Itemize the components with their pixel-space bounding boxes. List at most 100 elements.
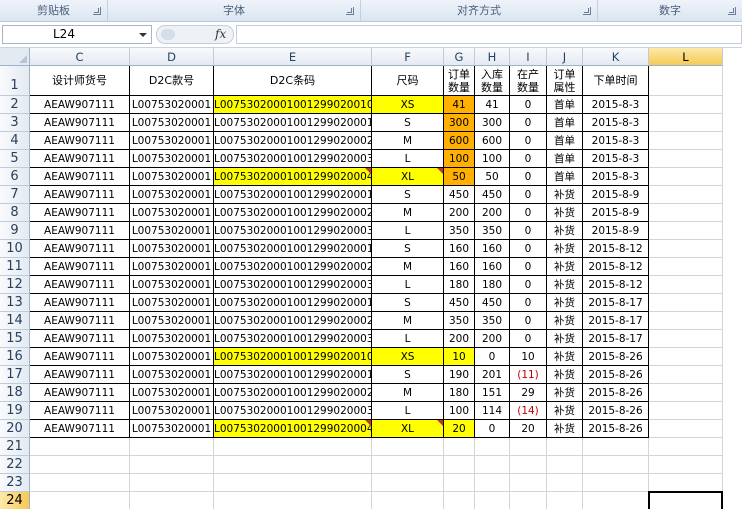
table-cell[interactable]: L00753020001001299020001 [214,366,372,384]
empty-cell[interactable] [649,384,723,402]
table-cell[interactable]: 2015-8-26 [583,402,649,420]
table-cell[interactable]: 0 [510,150,547,168]
row-header-10[interactable]: 10 [0,240,30,258]
table-cell[interactable]: L00753020001 [130,240,214,258]
column-header-d[interactable]: D [130,48,214,66]
column-header-h[interactable]: H [475,48,510,66]
table-cell[interactable]: 450 [444,186,475,204]
table-cell[interactable]: S [372,366,444,384]
empty-cell[interactable] [649,456,723,474]
table-cell[interactable]: 0 [510,294,547,312]
empty-cell[interactable] [475,438,510,456]
header-cell-j[interactable]: 订单属性 [547,66,583,96]
column-header-g[interactable]: G [444,48,475,66]
table-cell[interactable]: M [372,258,444,276]
table-cell[interactable]: S [372,240,444,258]
empty-cell[interactable] [30,492,130,509]
table-cell[interactable]: 350 [475,312,510,330]
row-header-17[interactable]: 17 [0,366,30,384]
empty-cell[interactable] [214,492,372,509]
table-cell[interactable]: 29 [510,384,547,402]
table-cell[interactable]: S [372,294,444,312]
table-cell[interactable]: L00753020001 [130,114,214,132]
empty-cell[interactable] [649,276,723,294]
table-cell[interactable]: 41 [444,96,475,114]
row-header-22[interactable]: 22 [0,456,30,474]
table-cell[interactable]: (11) [510,366,547,384]
table-cell[interactable]: L00753020001 [130,168,214,186]
table-cell[interactable]: AEAW907111 [30,204,130,222]
table-cell[interactable]: L00753020001001299020003 [214,150,372,168]
table-cell[interactable]: L00753020001 [130,276,214,294]
table-cell[interactable]: 补货 [547,222,583,240]
table-cell[interactable]: L00753020001001299020010 [214,96,372,114]
empty-cell[interactable] [649,420,723,438]
header-cell-h[interactable]: 入库数量 [475,66,510,96]
table-cell[interactable]: L00753020001001299020003 [214,276,372,294]
table-cell[interactable]: 100 [444,150,475,168]
empty-cell[interactable] [475,492,510,509]
table-cell[interactable]: L00753020001001299020001 [214,186,372,204]
empty-cell[interactable] [372,492,444,509]
table-cell[interactable]: 450 [475,186,510,204]
table-cell[interactable]: 2015-8-26 [583,420,649,438]
column-header-f[interactable]: F [372,48,444,66]
table-cell[interactable]: L00753020001 [130,348,214,366]
table-cell[interactable]: L00753020001 [130,204,214,222]
table-cell[interactable]: S [372,114,444,132]
table-cell[interactable]: 0 [510,114,547,132]
table-cell[interactable]: L00753020001 [130,222,214,240]
table-cell[interactable]: 20 [510,420,547,438]
table-cell[interactable]: 2015-8-9 [583,186,649,204]
table-cell[interactable]: L00753020001001299020002 [214,132,372,150]
row-header-5[interactable]: 5 [0,150,30,168]
table-cell[interactable]: AEAW907111 [30,150,130,168]
name-box[interactable]: L24 [2,25,152,44]
empty-cell[interactable] [444,456,475,474]
comment-indicator-icon[interactable] [437,168,443,174]
table-cell[interactable]: XL [372,168,444,186]
table-cell[interactable]: AEAW907111 [30,402,130,420]
table-cell[interactable]: 160 [475,258,510,276]
dialog-launcher-icon[interactable] [583,7,591,15]
empty-cell[interactable] [510,474,547,492]
empty-cell[interactable] [214,438,372,456]
table-cell[interactable]: L [372,222,444,240]
table-cell[interactable]: AEAW907111 [30,114,130,132]
table-cell[interactable]: L00753020001001299020001 [214,114,372,132]
table-cell[interactable]: 200 [444,204,475,222]
table-cell[interactable]: L00753020001001299020004 [214,420,372,438]
row-header-13[interactable]: 13 [0,294,30,312]
table-cell[interactable]: L00753020001001299020002 [214,384,372,402]
table-cell[interactable]: 0 [510,96,547,114]
dialog-launcher-icon[interactable] [93,7,101,15]
table-cell[interactable]: AEAW907111 [30,240,130,258]
header-cell-i[interactable]: 在产数量 [510,66,547,96]
table-cell[interactable]: 180 [444,276,475,294]
table-cell[interactable]: 201 [475,366,510,384]
empty-cell[interactable] [475,456,510,474]
table-cell[interactable]: L [372,402,444,420]
empty-cell[interactable] [649,186,723,204]
table-cell[interactable]: 10 [444,348,475,366]
table-cell[interactable]: 2015-8-9 [583,222,649,240]
table-cell[interactable]: AEAW907111 [30,276,130,294]
empty-cell[interactable] [30,474,130,492]
empty-cell[interactable] [649,114,723,132]
empty-cell[interactable] [372,456,444,474]
table-cell[interactable]: L00753020001 [130,402,214,420]
table-cell[interactable]: 补货 [547,186,583,204]
table-cell[interactable]: 补货 [547,240,583,258]
table-cell[interactable]: AEAW907111 [30,366,130,384]
table-cell[interactable]: M [372,204,444,222]
table-cell[interactable]: 350 [475,222,510,240]
table-cell[interactable]: AEAW907111 [30,294,130,312]
table-cell[interactable]: 300 [444,114,475,132]
table-cell[interactable]: L00753020001001299020001 [214,294,372,312]
table-cell[interactable]: XS [372,96,444,114]
table-cell[interactable]: L00753020001001299020001 [214,240,372,258]
empty-cell[interactable] [130,492,214,509]
comment-indicator-icon[interactable] [365,168,371,174]
table-cell[interactable]: 160 [444,258,475,276]
row-header-19[interactable]: 19 [0,402,30,420]
